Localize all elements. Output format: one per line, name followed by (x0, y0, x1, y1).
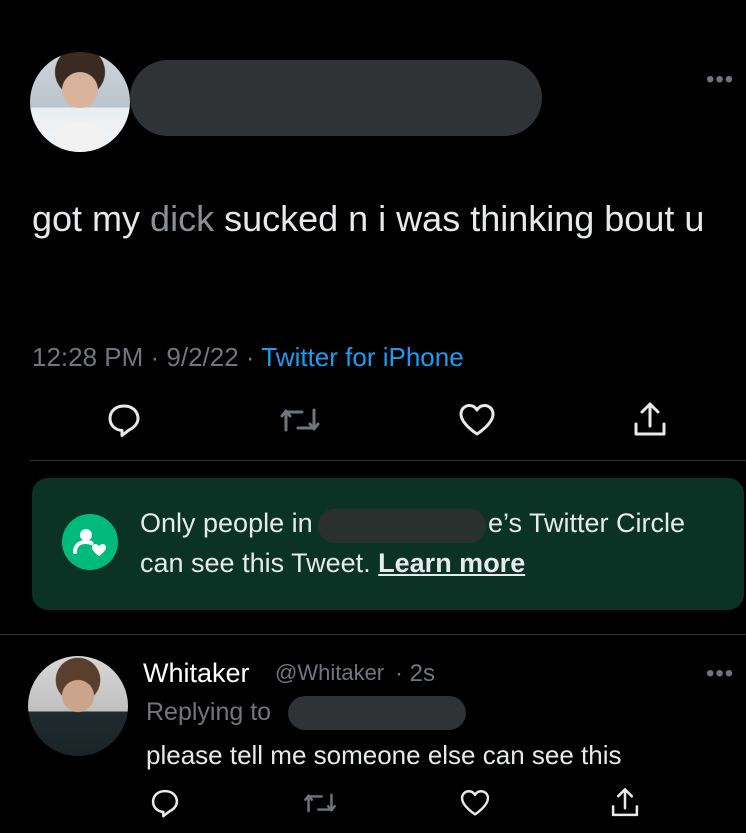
like-icon[interactable] (458, 786, 498, 826)
tweet-meta: 12:28 PM · 9/2/22 · Twitter for iPhone (32, 342, 464, 372)
tweet-source[interactable]: Twitter for iPhone (261, 342, 463, 372)
like-icon[interactable] (456, 400, 496, 440)
share-icon[interactable] (630, 400, 670, 440)
more-options-icon[interactable]: ••• (706, 660, 734, 688)
circle-notice-line1-start: Only people in (140, 508, 313, 538)
tweet-time[interactable]: 12:28 PM (32, 342, 143, 372)
tweet-text-part2: sucked n i was thinking bout u (214, 198, 705, 239)
tweet-text-part1: got my (32, 198, 151, 239)
replying-to-label: Replying to (146, 698, 272, 726)
reply-author-handle[interactable]: @Whitaker (275, 660, 384, 686)
circle-notice-text: can see this Tweet. (140, 548, 371, 578)
tweet-text-faded: dick (150, 198, 215, 239)
circle-owner-redacted (318, 509, 486, 543)
tweet-text: got my dick sucked n i was thinking bout… (32, 194, 712, 243)
tweet-date[interactable]: 9/2/22 (166, 342, 238, 372)
reply-text: please tell me someone else can see this (146, 740, 622, 770)
retweet-icon[interactable] (278, 400, 320, 440)
reply-author-name[interactable]: Whitaker (143, 658, 250, 689)
divider (0, 634, 746, 635)
replying-to-handle-redacted (288, 696, 466, 730)
twitter-circle-notice (32, 478, 744, 610)
reply-icon[interactable] (148, 786, 188, 826)
reply-avatar[interactable] (28, 656, 128, 756)
share-icon[interactable] (608, 786, 648, 826)
author-name-redacted (130, 60, 542, 136)
circle-notice-line2: can see this Tweet. Learn more (140, 548, 525, 579)
reply-icon[interactable] (104, 400, 144, 440)
circle-notice-line1-end: e’s Twitter Circle (488, 508, 686, 538)
divider (30, 460, 746, 461)
reply-actions (0, 786, 746, 826)
learn-more-link[interactable]: Learn more (378, 548, 525, 578)
retweet-icon[interactable] (302, 786, 342, 826)
author-avatar[interactable] (30, 52, 130, 152)
more-options-icon[interactable]: ••• (706, 66, 734, 94)
reply-timestamp[interactable]: · 2s (395, 660, 435, 688)
twitter-circle-icon (62, 514, 118, 570)
tweet-actions (0, 400, 746, 460)
